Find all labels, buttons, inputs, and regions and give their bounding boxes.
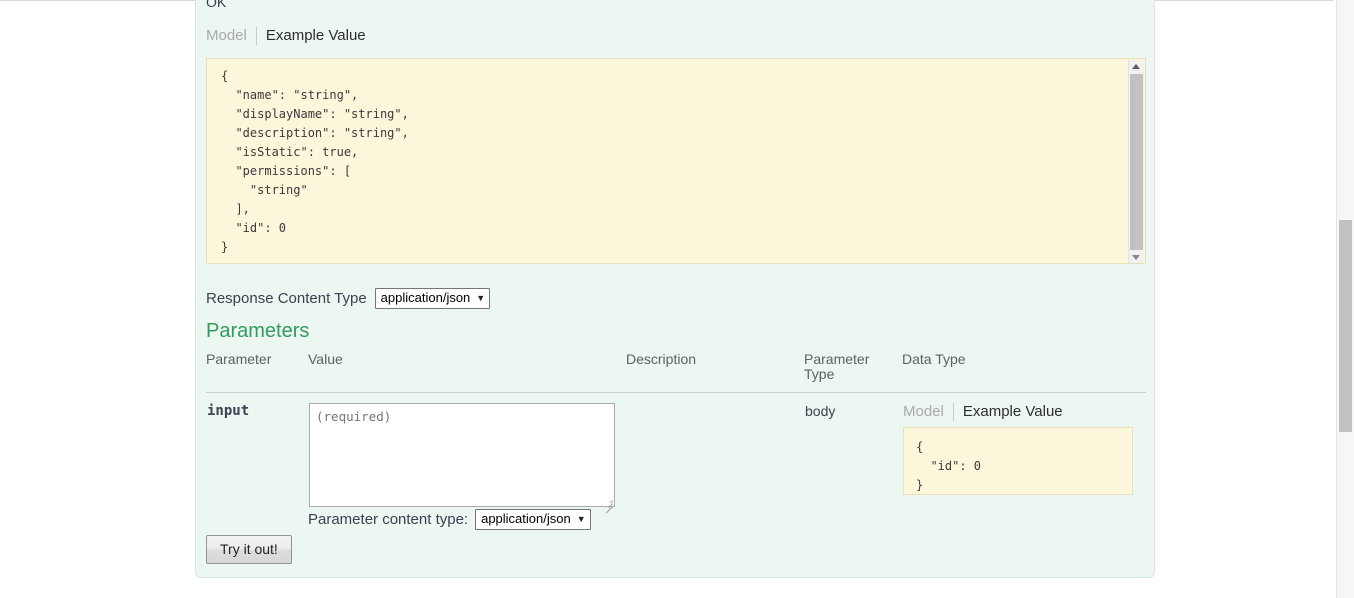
operation-response-panel: OK Model Example Value { "name": "string…	[195, 0, 1155, 578]
response-example-value-code: { "name": "string", "displayName": "stri…	[221, 69, 409, 254]
parameter-type-cell: body	[805, 403, 836, 419]
response-content-type-value: application/json	[380, 290, 471, 305]
table-header-row: Parameter Value Description Parameter Ty…	[206, 348, 1146, 393]
column-header-parameter: Parameter	[206, 348, 308, 393]
response-content-type-label: Response Content Type	[206, 290, 367, 307]
page-scrollbar-thumb[interactable]	[1339, 220, 1352, 432]
parameter-content-type-label: Parameter content type:	[308, 511, 469, 528]
response-content-type-row: Response Content Type application/json ▼	[206, 288, 491, 309]
parameter-name-cell: input	[207, 403, 250, 419]
parameter-value-cell	[308, 393, 626, 514]
parameter-value-input-wrapper	[309, 403, 615, 514]
try-it-out-button[interactable]: Try it out!	[206, 535, 292, 564]
parameter-value-input[interactable]	[309, 403, 615, 507]
parameters-table-body: input body	[206, 393, 1146, 514]
scroll-down-arrow-icon[interactable]	[1129, 251, 1144, 263]
response-content-type-select[interactable]: application/json ▼	[374, 288, 491, 309]
chevron-down-icon: ▼	[476, 293, 486, 303]
parameter-data-type-cell: Model Example Value { "id": 0 }	[902, 393, 1146, 512]
response-example-value-block: { "name": "string", "displayName": "stri…	[206, 58, 1146, 264]
response-code-scrollbar[interactable]	[1128, 60, 1144, 263]
parameters-table-head: Parameter Value Description Parameter Ty…	[206, 348, 1146, 393]
column-header-parameter-type: Parameter Type	[804, 348, 902, 393]
tab-data-type-model[interactable]: Model	[903, 403, 953, 421]
page-scrollbar[interactable]	[1336, 0, 1354, 598]
parameter-content-type-select[interactable]: application/json ▼	[475, 509, 591, 530]
scrollbar-thumb[interactable]	[1130, 74, 1143, 250]
chevron-down-icon: ▼	[576, 514, 586, 524]
swagger-ui-page: OK Model Example Value { "name": "string…	[0, 0, 1354, 598]
table-row: input body	[206, 393, 1146, 514]
response-model-tabs[interactable]: Model Example Value	[206, 27, 375, 45]
column-header-data-type: Data Type	[902, 348, 1146, 393]
response-status-label: OK	[206, 0, 227, 8]
parameters-heading: Parameters	[206, 320, 310, 342]
parameter-description-cell	[626, 393, 804, 512]
scroll-up-arrow-icon[interactable]	[1129, 60, 1144, 73]
data-type-example-value-block: { "id": 0 }	[903, 427, 1133, 495]
data-type-tabs[interactable]: Model Example Value	[903, 403, 1145, 421]
tab-response-example-value[interactable]: Example Value	[255, 27, 375, 45]
tab-data-type-example-value[interactable]: Example Value	[952, 403, 1072, 421]
parameter-content-type-value: application/json	[481, 511, 571, 526]
parameter-content-type-row: Parameter content type: application/json…	[308, 509, 591, 530]
parameters-table: Parameter Value Description Parameter Ty…	[206, 348, 1146, 514]
tab-response-model[interactable]: Model	[206, 27, 256, 45]
column-header-value: Value	[308, 348, 626, 393]
column-header-description: Description	[626, 348, 804, 393]
